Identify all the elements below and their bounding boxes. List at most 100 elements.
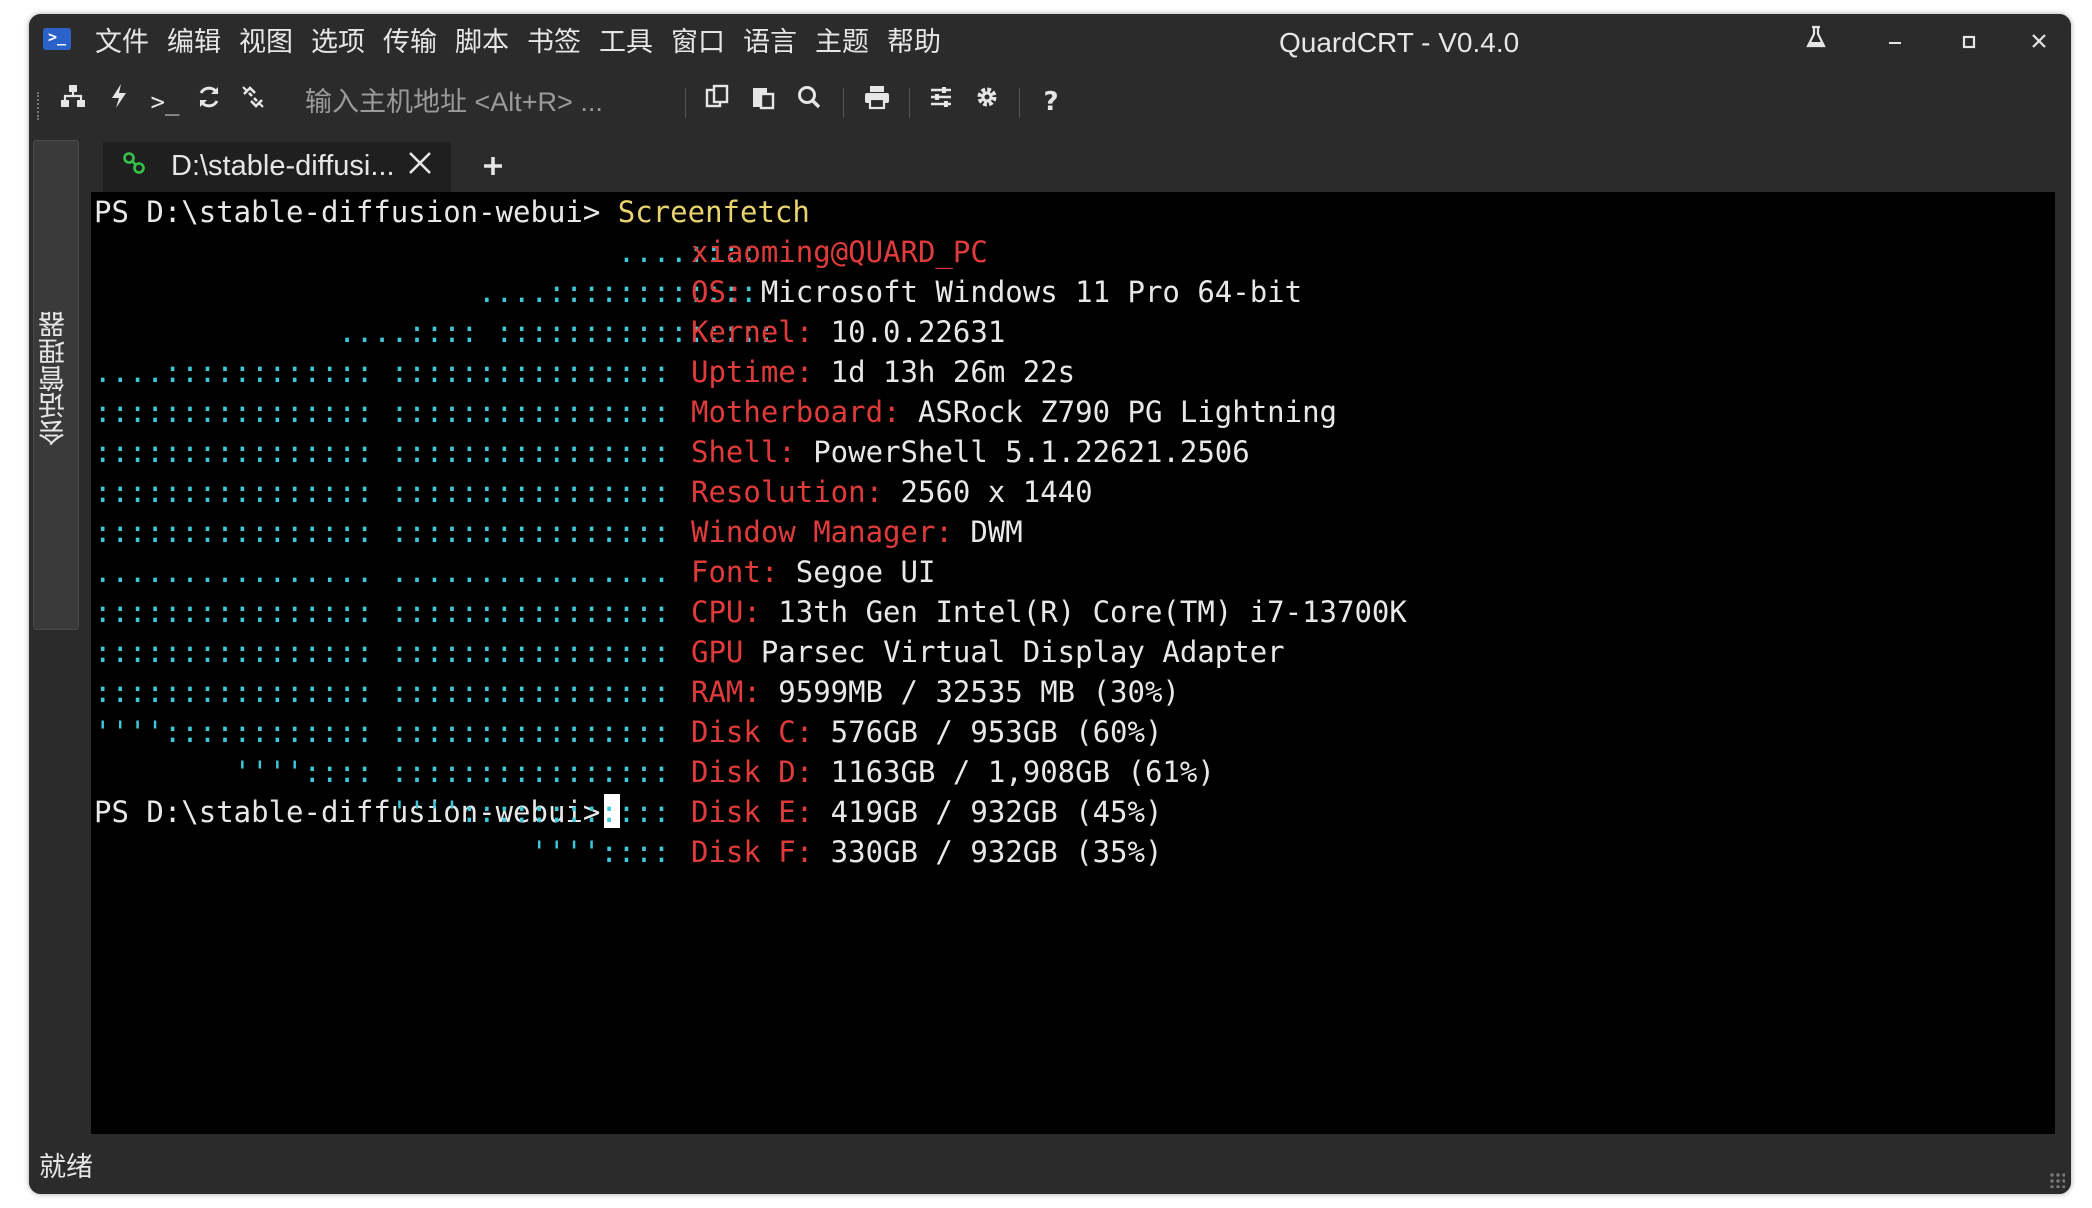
sysinfo-line: GPU Parsec Virtual Display Adapter xyxy=(691,632,1285,672)
status-bar: 就绪 xyxy=(29,1142,2071,1194)
sysinfo-line: RAM: 9599MB / 32535 MB (30%) xyxy=(691,672,1180,712)
tab-session[interactable]: D:\stable-diffusi... xyxy=(103,142,451,196)
menu-language[interactable]: 语言 xyxy=(743,24,797,62)
search-icon[interactable] xyxy=(789,82,829,122)
sysinfo-value: Parsec Virtual Display Adapter xyxy=(743,635,1285,669)
app-window: >_ 文件 编辑 视图 选项 传输 脚本 书签 工具 窗口 语言 主题 帮助 Q… xyxy=(29,14,2071,1194)
sysinfo-line: CPU: 13th Gen Intel(R) Core(TM) i7-13700… xyxy=(691,592,1407,632)
close-window-button[interactable] xyxy=(2017,24,2061,62)
sysinfo-key: Uptime: xyxy=(691,355,814,389)
sysinfo-value: PowerShell 5.1.22621.2506 xyxy=(795,435,1250,469)
logo-line: ....:::: :::::::::::::::: xyxy=(94,315,775,349)
link-icon xyxy=(121,150,147,183)
prompt-text: PS D:\stable-diffusion-webui> xyxy=(94,195,618,229)
sysinfo-line: OS: Microsoft Windows 11 Pro 64-bit xyxy=(691,272,1302,312)
sysinfo-value: 2560 x 1440 xyxy=(883,475,1093,509)
sysinfo-key: Kernel: xyxy=(691,315,814,349)
toolbar-grip[interactable] xyxy=(37,92,43,120)
paste-icon[interactable] xyxy=(743,82,783,122)
terminal-output[interactable]: PS D:\stable-diffusion-webui> Screenfetc… xyxy=(91,192,2055,1134)
menu-theme[interactable]: 主题 xyxy=(815,24,869,62)
sysinfo-line: Font: Segoe UI xyxy=(691,552,935,592)
sysinfo-line: Resolution: 2560 x 1440 xyxy=(691,472,1093,512)
menu-window[interactable]: 窗口 xyxy=(671,24,725,62)
sysinfo-key: xiaoming@QUARD_PC xyxy=(691,235,988,269)
command-text: Screenfetch xyxy=(617,195,810,229)
logo-line: :::::::::::::::: :::::::::::::::: xyxy=(94,435,671,469)
sysinfo-value: ASRock Z790 PG Lightning xyxy=(900,395,1338,429)
copy-icon[interactable] xyxy=(697,82,737,122)
toolbar-separator xyxy=(843,88,844,118)
logo-line: ....:::::::::::: :::::::::::::::: xyxy=(94,355,671,389)
lightning-icon[interactable] xyxy=(99,82,139,122)
toolbar: >_ ? xyxy=(29,72,2071,130)
sysinfo-key: Window Manager: xyxy=(691,515,953,549)
sysinfo-key: OS: xyxy=(691,275,744,309)
menu-view[interactable]: 视图 xyxy=(239,24,293,62)
menu-transfer[interactable]: 传输 xyxy=(383,24,437,62)
maximize-button[interactable] xyxy=(1947,24,1991,62)
toolbar-separator xyxy=(909,88,910,118)
logo-line: '''':::::::::::: xyxy=(94,795,671,829)
sysinfo-key: Shell: xyxy=(691,435,796,469)
network-icon[interactable] xyxy=(53,82,93,122)
refresh-icon[interactable] xyxy=(189,82,229,122)
sysinfo-value: Segoe UI xyxy=(778,555,936,589)
menu-tools[interactable]: 工具 xyxy=(599,24,653,62)
logo-line: '''':::: xyxy=(94,835,671,869)
sysinfo-value: 13th Gen Intel(R) Core(TM) i7-13700K xyxy=(760,595,1407,629)
sysinfo-line: Disk F: 330GB / 932GB (35%) xyxy=(691,832,1162,872)
menu-file[interactable]: 文件 xyxy=(95,24,149,62)
gear-icon[interactable] xyxy=(967,82,1007,122)
sysinfo-line: Window Manager: DWM xyxy=(691,512,1023,552)
menu-help[interactable]: 帮助 xyxy=(887,24,941,62)
sysinfo-value: 330GB / 932GB (35%) xyxy=(813,835,1163,869)
logo-line: :::::::::::::::: :::::::::::::::: xyxy=(94,395,671,429)
resize-grip[interactable] xyxy=(2049,1172,2065,1188)
menu-script[interactable]: 脚本 xyxy=(455,24,509,62)
sysinfo-key: Motherboard: xyxy=(691,395,901,429)
print-icon[interactable] xyxy=(857,82,897,122)
sysinfo-key: Disk C: xyxy=(691,715,814,749)
terminal-command-line: PS D:\stable-diffusion-webui> Screenfetc… xyxy=(94,192,810,232)
sysinfo-value: 576GB / 953GB (60%) xyxy=(813,715,1163,749)
sysinfo-key: RAM: xyxy=(691,675,761,709)
host-address-input[interactable] xyxy=(305,84,675,120)
help-icon[interactable]: ? xyxy=(1031,82,1071,122)
tab-close-icon[interactable] xyxy=(407,146,433,184)
minimize-button[interactable] xyxy=(1873,24,1917,62)
logo-line: :::::::::::::::: :::::::::::::::: xyxy=(94,675,671,709)
sysinfo-line: Disk D: 1163GB / 1,908GB (61%) xyxy=(691,752,1215,792)
toolbar-separator xyxy=(685,88,686,118)
logo-line: :::::::::::::::: :::::::::::::::: xyxy=(94,595,671,629)
menu-bookmarks[interactable]: 书签 xyxy=(527,24,581,62)
menu-options[interactable]: 选项 xyxy=(311,24,365,62)
logo-line: '''':::::::::::: :::::::::::::::: xyxy=(94,715,671,749)
logo-line: ....:::::::::::: xyxy=(94,275,758,309)
disconnect-icon[interactable] xyxy=(233,82,273,122)
sysinfo-value: 419GB / 932GB (45%) xyxy=(813,795,1163,829)
sysinfo-key: Disk E: xyxy=(691,795,814,829)
menu-edit[interactable]: 编辑 xyxy=(167,24,221,62)
toolbar-separator xyxy=(1019,88,1020,118)
menu-bar: 文件 编辑 视图 选项 传输 脚本 书签 工具 窗口 语言 主题 帮助 xyxy=(95,24,941,62)
sysinfo-line: Shell: PowerShell 5.1.22621.2506 xyxy=(691,432,1250,472)
session-manager-panel[interactable]: 会话管理器 xyxy=(33,140,79,630)
sysinfo-key: GPU xyxy=(691,635,744,669)
sysinfo-value: 9599MB / 32535 MB (30%) xyxy=(760,675,1180,709)
sysinfo-line: Disk E: 419GB / 932GB (45%) xyxy=(691,792,1162,832)
sysinfo-value: 1163GB / 1,908GB (61%) xyxy=(813,755,1215,789)
console-icon[interactable]: >_ xyxy=(145,82,185,122)
flask-icon[interactable] xyxy=(1794,24,1838,62)
logo-line: :::::::::::::::: :::::::::::::::: xyxy=(94,475,671,509)
add-tab-button[interactable] xyxy=(481,150,505,184)
logo-line: ....:::: xyxy=(94,235,758,269)
sysinfo-line: Motherboard: ASRock Z790 PG Lightning xyxy=(691,392,1337,432)
logo-line: :::::::::::::::: :::::::::::::::: xyxy=(94,635,671,669)
sysinfo-key: Disk F: xyxy=(691,835,814,869)
terminal-app-icon: >_ xyxy=(43,28,71,50)
window-title: QuardCRT - V0.4.0 xyxy=(1279,27,1520,58)
sliders-icon[interactable] xyxy=(921,82,961,122)
sysinfo-value: 10.0.22631 xyxy=(813,315,1006,349)
sysinfo-line: xiaoming@QUARD_PC xyxy=(691,232,988,272)
